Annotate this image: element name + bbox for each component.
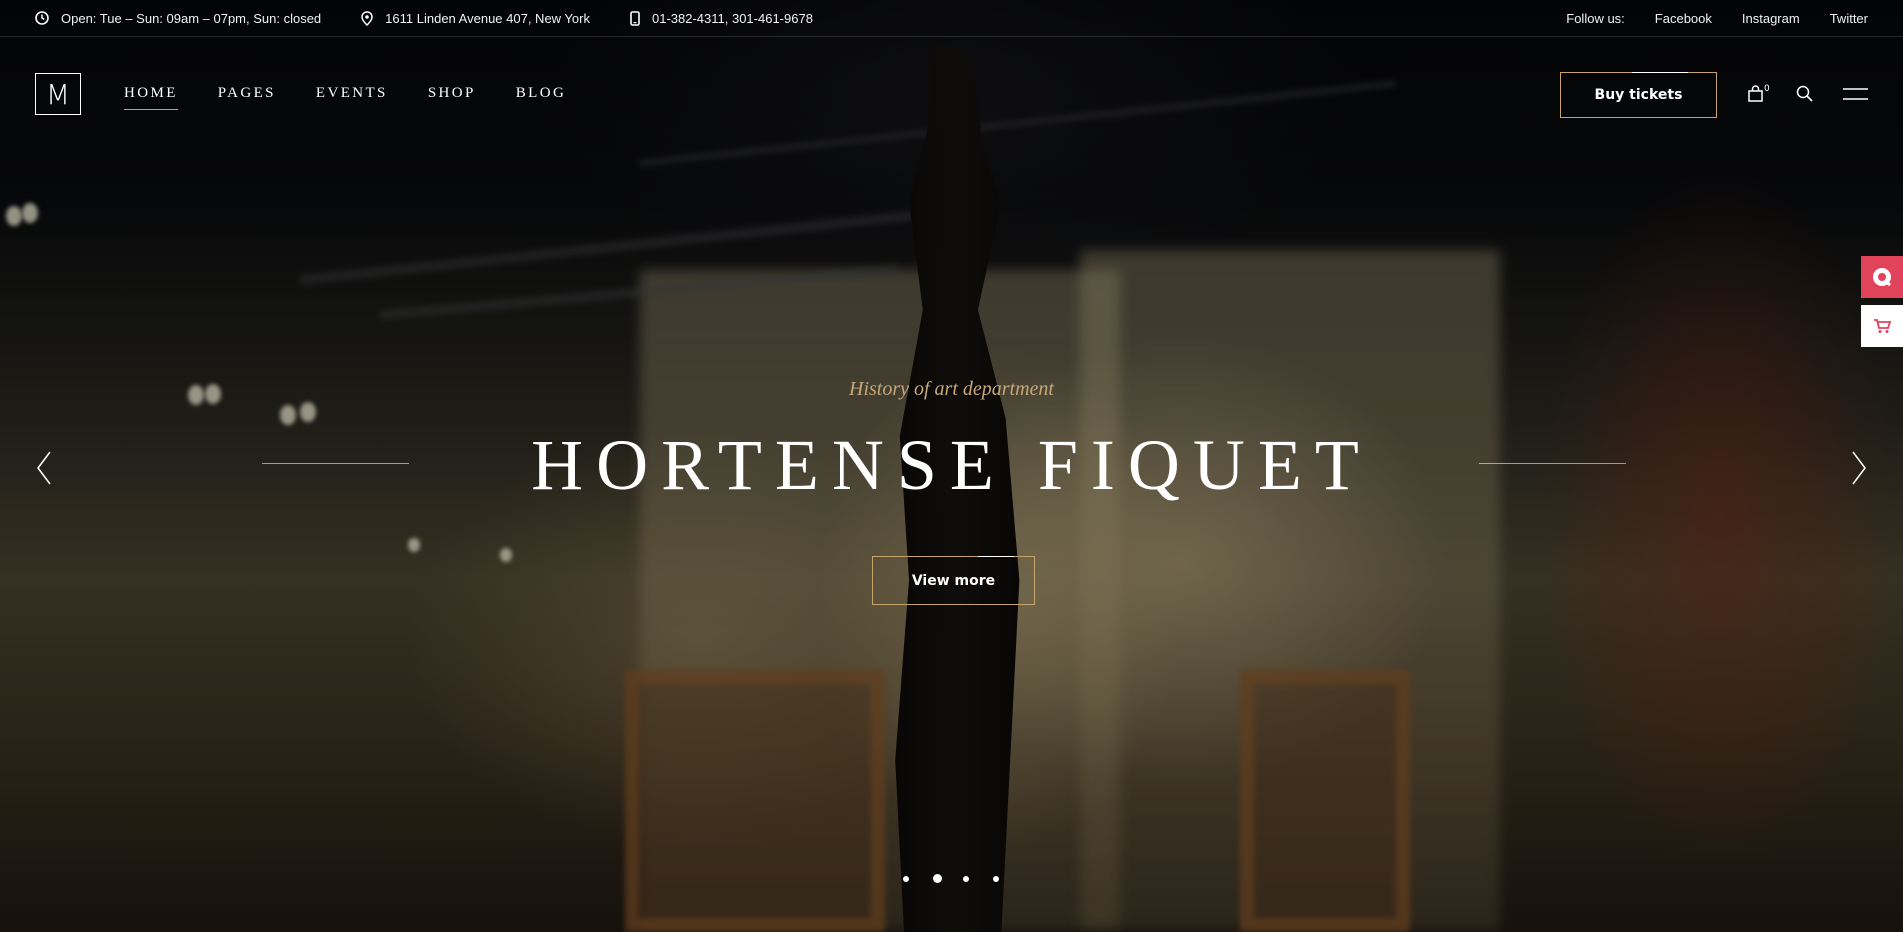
location-pin-icon (361, 10, 373, 26)
slider-dot-2[interactable] (933, 874, 942, 883)
hero-divider-right (1479, 463, 1626, 464)
top-info-bar: Open: Tue – Sun: 09am – 07pm, Sun: close… (0, 0, 1903, 37)
opening-hours-text: Open: Tue – Sun: 09am – 07pm, Sun: close… (61, 10, 322, 26)
address: 1611 Linden Avenue 407, New York (361, 11, 590, 26)
view-more-button[interactable]: View more (872, 556, 1035, 605)
social-links: Follow us: Facebook Instagram Twitter (1536, 11, 1868, 26)
cart-count: 0 (1764, 83, 1770, 94)
search-button[interactable] (1796, 85, 1813, 102)
slider-dot-1[interactable] (903, 875, 909, 882)
menu-button[interactable] (1843, 88, 1868, 100)
nav-pages[interactable]: PAGES (218, 85, 276, 110)
slider-dot-4[interactable] (993, 875, 999, 882)
hero-subtitle: History of art department (849, 378, 1054, 400)
phone-icon (630, 10, 640, 26)
main-nav: HOME PAGES EVENTS SHOP BLOG (124, 85, 606, 110)
bag-icon (1748, 85, 1763, 102)
side-cart-tab[interactable] (1861, 305, 1903, 347)
nav-blog[interactable]: BLOG (516, 85, 566, 110)
twitter-link[interactable]: Twitter (1830, 11, 1868, 26)
search-icon (1796, 85, 1813, 102)
menu-icon (1843, 88, 1868, 100)
slider-next-button[interactable] (1845, 448, 1871, 488)
slider-prev-button[interactable] (32, 448, 58, 488)
hero-title: HORTENSE FIQUET (531, 425, 1372, 505)
facebook-link[interactable]: Facebook (1655, 11, 1712, 26)
nav-home[interactable]: HOME (124, 85, 178, 110)
instagram-link[interactable]: Instagram (1742, 11, 1800, 26)
side-chat-tab[interactable] (1861, 256, 1903, 298)
phone: 01-382-4311, 301-461-9678 (630, 11, 813, 26)
logo[interactable]: M (35, 73, 81, 115)
phone-text: 01-382-4311, 301-461-9678 (651, 10, 813, 26)
opening-hours: Open: Tue – Sun: 09am – 07pm, Sun: close… (35, 11, 321, 26)
arrow-left-icon (37, 451, 51, 485)
cart-icon (1874, 319, 1891, 333)
follow-us-label: Follow us: (1566, 10, 1625, 26)
arrow-right-icon (1852, 451, 1866, 485)
nav-events[interactable]: EVENTS (316, 85, 388, 110)
site-header: M HOME PAGES EVENTS SHOP BLOG Buy ticket… (0, 37, 1903, 151)
slider-pagination (903, 874, 1023, 883)
buy-tickets-button[interactable]: Buy tickets (1560, 72, 1717, 118)
address-text: 1611 Linden Avenue 407, New York (385, 10, 590, 26)
chat-icon (1873, 268, 1891, 287)
cart-button[interactable]: 0 (1748, 83, 1770, 102)
nav-shop[interactable]: SHOP (428, 85, 476, 110)
clock-icon (35, 11, 49, 25)
slider-dot-3[interactable] (963, 875, 969, 882)
